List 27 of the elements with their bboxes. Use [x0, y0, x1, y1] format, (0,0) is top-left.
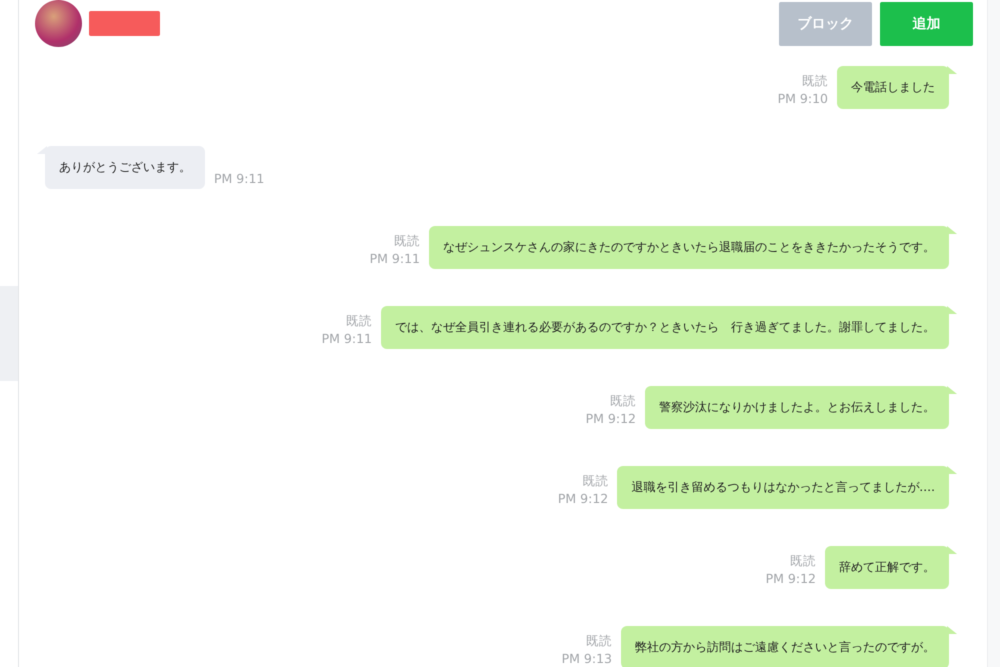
- read-receipt: 既読: [802, 72, 828, 90]
- message-time: PM 9:12: [586, 410, 636, 428]
- message-bubble: 退職を引き留めるつもりはなかったと言ってましたが‥‥: [617, 466, 957, 509]
- message-time: PM 9:13: [562, 650, 612, 667]
- read-receipt: 既読: [790, 552, 816, 570]
- message-bubble: 今電話しました: [837, 66, 957, 109]
- add-button[interactable]: 追加: [880, 2, 973, 46]
- read-receipt: 既読: [394, 232, 420, 250]
- message-bubble: ありがとうございます。: [37, 146, 205, 189]
- message-bubble: 弊社の方から訪問はご遠慮くださいと言ったのですが。: [621, 626, 957, 667]
- message-time: PM 9:12: [766, 570, 816, 588]
- avatar-icon: [35, 0, 82, 47]
- message-bubble: 警察沙汰になりかけましたよ。とお伝えしました。: [645, 386, 957, 429]
- read-receipt: 既読: [582, 472, 608, 490]
- message-bubble: では、なぜ全員引き連れる必要があるのですか？ときいたら 行き過ぎてました。謝罪してました。: [381, 306, 957, 349]
- message-time: PM 9:11: [322, 330, 372, 348]
- redaction-block: [89, 11, 160, 36]
- message-bubble: 辞めて正解です。: [825, 546, 957, 589]
- read-receipt: 既読: [610, 392, 636, 410]
- message-time: PM 9:10: [778, 90, 828, 108]
- message-time: PM 9:11: [370, 250, 420, 268]
- read-receipt: 既読: [346, 312, 372, 330]
- block-button[interactable]: ブロック: [779, 2, 872, 46]
- message-bubble: なぜシュンスケさんの家にきたのですかときいたら退職届のことをききたかったそうです。: [429, 226, 957, 269]
- read-receipt: 既読: [586, 632, 612, 650]
- message-time: PM 9:11: [214, 170, 264, 188]
- message-time: PM 9:12: [558, 490, 608, 508]
